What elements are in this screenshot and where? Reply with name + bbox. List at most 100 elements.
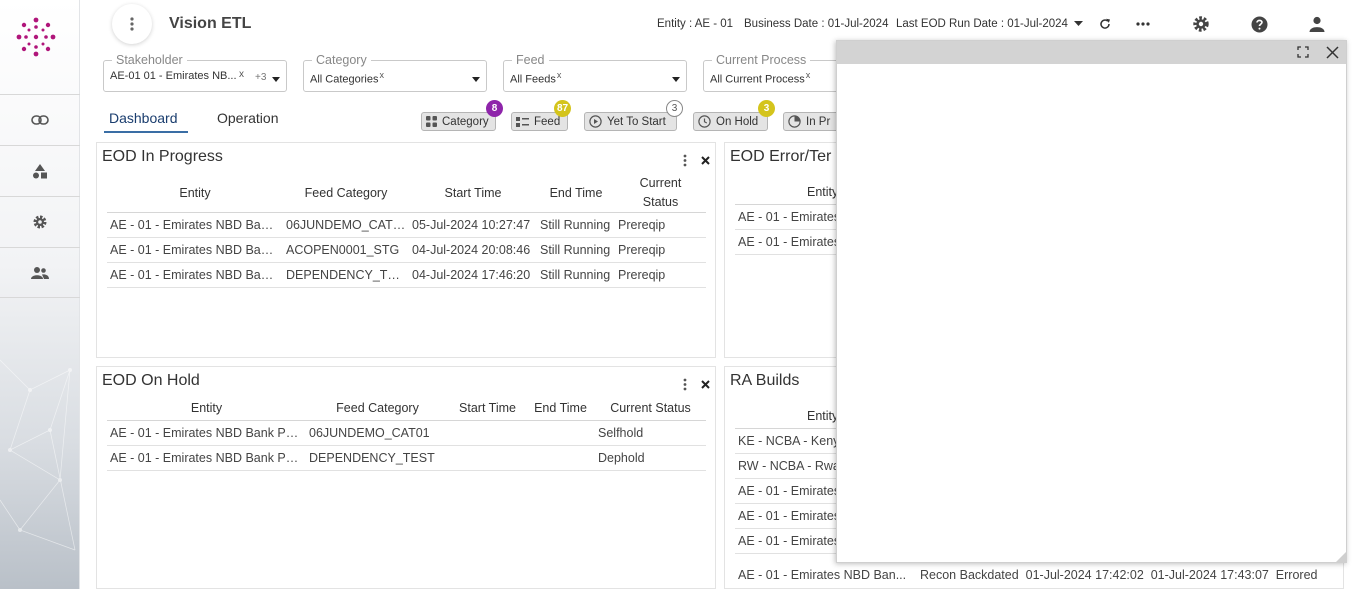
sidebar-item-settings[interactable]: [0, 196, 80, 247]
stakeholder-filter[interactable]: Stakeholder AE-01 01 - Emirates NB... x …: [103, 53, 287, 92]
overlay-dialog[interactable]: [836, 40, 1347, 563]
tab-dashboard[interactable]: Dashboard: [109, 110, 178, 126]
sidebar-item-users[interactable]: [0, 247, 80, 298]
cell-feed-category: DEPENDENCY_TEST: [283, 262, 409, 288]
user-profile-button[interactable]: [1306, 13, 1328, 35]
category-clear-button[interactable]: x: [379, 70, 384, 80]
panel-title: RA Builds: [730, 372, 800, 389]
panel-eod-in-progress: EOD In Progress Entity Feed Category Sta…: [96, 142, 716, 358]
last-eod-label: Last EOD Run Date :: [896, 18, 1008, 30]
panel-close-button[interactable]: [699, 153, 711, 167]
stakeholder-value: AE-01 01 - Emirates NB...: [110, 70, 237, 82]
kebab-vertical-icon: [683, 154, 687, 166]
cell-entity: AE - 01 - Emirates NBD Bank PJSC: [107, 237, 283, 263]
settings-button[interactable]: [1190, 13, 1212, 35]
sidebar-item-link[interactable]: [0, 94, 80, 145]
table-header-row: Entity Feed Category Start Time End Time…: [107, 174, 706, 213]
tab-operation[interactable]: Operation: [217, 110, 278, 126]
kebab-vertical-icon: [683, 378, 687, 390]
cell-current-status: Prereqip: [615, 262, 706, 288]
more-options-button[interactable]: [1132, 13, 1154, 35]
gear-icon: [1193, 16, 1209, 32]
column-header[interactable]: Feed Category: [283, 174, 409, 213]
current-process-value: All Current Process: [710, 73, 805, 86]
entity-label: Entity :: [657, 18, 695, 30]
kebab-vertical-icon: [130, 17, 134, 31]
chip-feed-label: Feed: [534, 115, 561, 128]
clock-icon: [698, 115, 711, 128]
table-row[interactable]: AE - 01 - Emirates NBD Bank PJSC DEPENDE…: [107, 445, 706, 471]
cell-current-status: Dephold: [595, 445, 706, 471]
close-icon: [700, 379, 710, 389]
maximize-button[interactable]: [1295, 44, 1311, 60]
table-row[interactable]: AE - 01 - Emirates NBD Bank PJSC 06JUNDE…: [107, 212, 706, 238]
feed-filter[interactable]: Feed All Feedsx: [503, 53, 687, 92]
help-button[interactable]: [1248, 13, 1270, 35]
feed-clear-button[interactable]: x: [557, 70, 562, 80]
category-count-badge: 8: [486, 100, 503, 117]
category-label: Category: [312, 53, 371, 67]
panel-menu-button[interactable]: [679, 377, 691, 391]
category-value: All Categories: [310, 73, 379, 86]
chip-category[interactable]: Category: [421, 112, 496, 131]
cell-entity: AE - 01 - Emirates NBD Bank PJSC: [107, 420, 306, 446]
column-header[interactable]: End Time: [526, 397, 595, 421]
entity-info: Entity : AE - 01: [657, 18, 733, 30]
column-header[interactable]: Current Status: [595, 397, 706, 421]
panel-title: EOD On Hold: [102, 372, 200, 389]
chip-in-progress[interactable]: In Pr: [783, 112, 843, 131]
resize-handle[interactable]: [1336, 552, 1346, 562]
column-header[interactable]: Entity: [107, 397, 306, 421]
cell-current-status: Prereqip: [615, 212, 706, 238]
sidebar-item-shapes[interactable]: [0, 145, 80, 196]
play-circle-icon: [589, 115, 602, 128]
kebab-horizontal-icon: [1136, 22, 1150, 26]
column-header[interactable]: Current Status: [615, 174, 706, 213]
date-dropdown-button[interactable]: [1067, 13, 1089, 35]
column-header[interactable]: End Time: [537, 174, 615, 213]
category-filter[interactable]: Category All Categoriesx: [303, 53, 487, 92]
gear-icon: [33, 215, 47, 229]
column-header[interactable]: Feed Category: [306, 397, 449, 421]
menu-button[interactable]: [112, 4, 152, 44]
on-hold-count-badge: 3: [758, 100, 775, 117]
last-eod-value: 01-Jul-2024: [1007, 18, 1068, 30]
shapes-icon: [33, 164, 47, 179]
cell-entity: AE - 01 - Emirates NBD Bank PJSC: [107, 262, 283, 288]
column-header[interactable]: Start Time: [449, 397, 526, 421]
chip-in-progress-label: In Pr: [806, 115, 831, 128]
panel-close-button[interactable]: [699, 377, 711, 391]
close-button[interactable]: [1324, 44, 1340, 60]
business-date-info: Business Date : 01-Jul-2024: [744, 18, 888, 30]
eod-on-hold-table: Entity Feed Category Start Time End Time…: [107, 397, 706, 471]
cell-feed-category: 06JUNDEMO_CAT01: [306, 420, 449, 446]
column-header[interactable]: Start Time: [409, 174, 537, 213]
cell-end-time: [526, 445, 595, 471]
cell-feed-category: 06JUNDEMO_CAT01: [283, 212, 409, 238]
business-date-label: Business Date :: [744, 18, 828, 30]
panel-menu-button[interactable]: [679, 153, 691, 167]
network-background: [0, 359, 76, 551]
cell-start-time: 04-Jul-2024 17:46:20: [409, 262, 537, 288]
column-header[interactable]: Entity: [107, 174, 283, 213]
entity-value: AE - 01: [694, 18, 734, 30]
table-row[interactable]: AE - 01 - Emirates NBD Bank PJSC ACOPEN0…: [107, 237, 706, 263]
table-header-row: Entity Feed Category Start Time End Time…: [107, 397, 706, 421]
overlay-titlebar[interactable]: [837, 41, 1346, 64]
current-process-label: Current Process: [712, 53, 811, 67]
table-row[interactable]: AE - 01 - Emirates NBD Bank PJSC DEPENDE…: [107, 262, 706, 288]
list-icon: [516, 116, 529, 127]
active-tab-indicator: [104, 131, 188, 133]
users-icon: [31, 266, 49, 279]
current-process-clear-button[interactable]: x: [806, 70, 811, 80]
app-title: Vision ETL: [169, 15, 252, 32]
cell-start-time: 05-Jul-2024 10:27:47: [409, 212, 537, 238]
chip-on-hold[interactable]: On Hold: [693, 112, 768, 131]
chip-on-hold-label: On Hold: [716, 115, 759, 128]
stakeholder-clear-button[interactable]: x: [239, 69, 244, 80]
refresh-button[interactable]: [1094, 13, 1116, 35]
help-icon: [1251, 16, 1267, 32]
table-row[interactable]: AE - 01 - Emirates NBD Bank PJSC 06JUNDE…: [107, 420, 706, 446]
feed-value: All Feeds: [510, 73, 556, 86]
chip-yet-to-start[interactable]: Yet To Start: [584, 112, 677, 131]
